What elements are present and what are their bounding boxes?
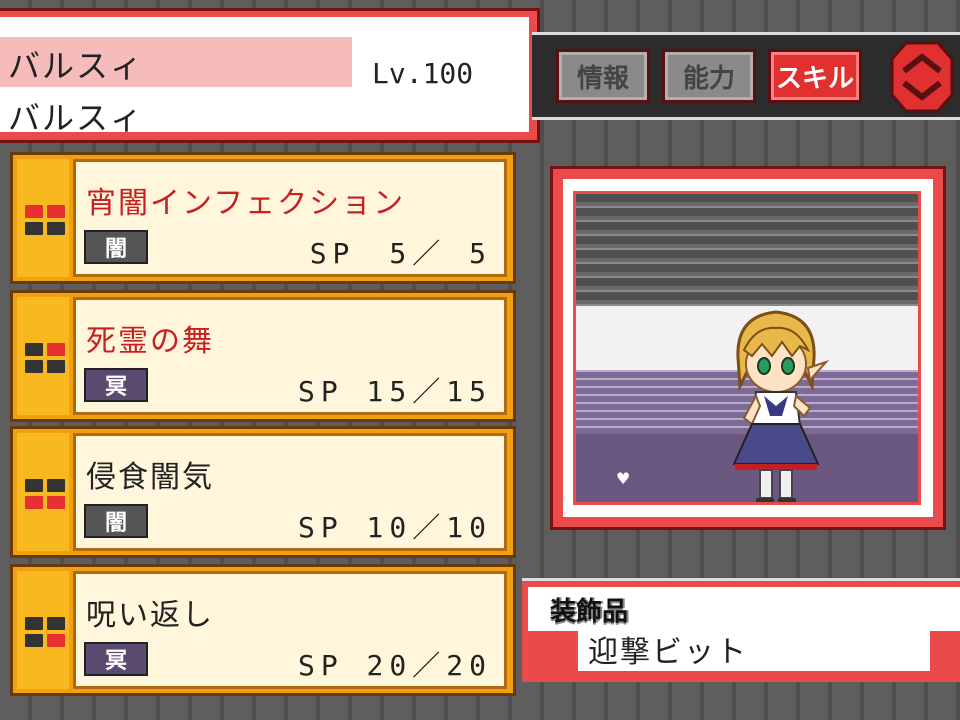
tab-skill[interactable]: スキル xyxy=(768,49,862,103)
character-sprite-image xyxy=(732,310,830,502)
skill-slot-grid-icon xyxy=(25,479,65,509)
skill-name: 呪い返し xyxy=(86,598,214,633)
character-name-primary: バルスィ xyxy=(8,47,145,85)
skill-element-badge: 闇 xyxy=(84,230,148,264)
skill-card[interactable]: 侵食闇気 闇 SP 10／10 xyxy=(10,426,516,558)
skill-sp: SP 20／20 xyxy=(297,649,492,682)
tab-info[interactable]: 情報 xyxy=(556,49,650,103)
heart-icon: ♥ xyxy=(616,469,631,488)
up-down-chevron-icon xyxy=(890,41,954,113)
character-name-inner: バルスィ バルスィ Lv.100 xyxy=(0,17,529,137)
skill-name: 侵食闇気 xyxy=(86,460,214,495)
skill-card-body: 侵食闇気 闇 SP 10／10 xyxy=(73,433,507,551)
skill-card-body: 死霊の舞 冥 SP 15／15 xyxy=(73,297,507,415)
portrait-inner: ♥ xyxy=(563,179,933,517)
skill-element-badge: 闇 xyxy=(84,504,148,538)
skill-sp: SP 15／15 xyxy=(297,375,492,408)
skill-card-body: 呪い返し 冥 SP 20／20 xyxy=(73,571,507,689)
skill-slot-grid-icon xyxy=(25,205,65,235)
skill-card[interactable]: 呪い返し 冥 SP 20／20 xyxy=(10,564,516,696)
tab-bar: 情報 能力 スキル xyxy=(532,32,960,120)
skill-card[interactable]: 宵闇インフェクション 闇 SP 5／ 5 xyxy=(10,152,516,284)
character-name-panel: バルスィ バルスィ Lv.100 xyxy=(0,8,540,143)
character-level: Lv.100 xyxy=(372,57,474,90)
tab-ability[interactable]: 能力 xyxy=(662,49,756,103)
accessory-panel: 装飾品 迎撃ビット xyxy=(522,578,960,682)
portrait-background: ♥ xyxy=(573,191,921,505)
skill-card-body: 宵闇インフェクション 闇 SP 5／ 5 xyxy=(73,159,507,277)
cycle-character-button[interactable] xyxy=(890,41,954,113)
skill-element-badge: 冥 xyxy=(84,642,148,676)
character-portrait-frame: ♥ xyxy=(550,166,946,530)
skill-name: 死霊の舞 xyxy=(86,324,214,359)
skill-slot-grid-icon xyxy=(25,343,65,373)
accessory-value[interactable]: 迎撃ビット xyxy=(588,627,748,671)
accessory-label: 装飾品 xyxy=(550,597,629,627)
skill-sp: SP 5／ 5 xyxy=(309,237,492,270)
skill-card[interactable]: 死霊の舞 冥 SP 15／15 xyxy=(10,290,516,422)
skill-slot-grid-icon xyxy=(25,617,65,647)
skill-sp: SP 10／10 xyxy=(297,511,492,544)
skill-element-badge: 冥 xyxy=(84,368,148,402)
character-name-secondary: バルスィ xyxy=(8,99,145,137)
skill-name: 宵闇インフェクション xyxy=(86,186,406,221)
